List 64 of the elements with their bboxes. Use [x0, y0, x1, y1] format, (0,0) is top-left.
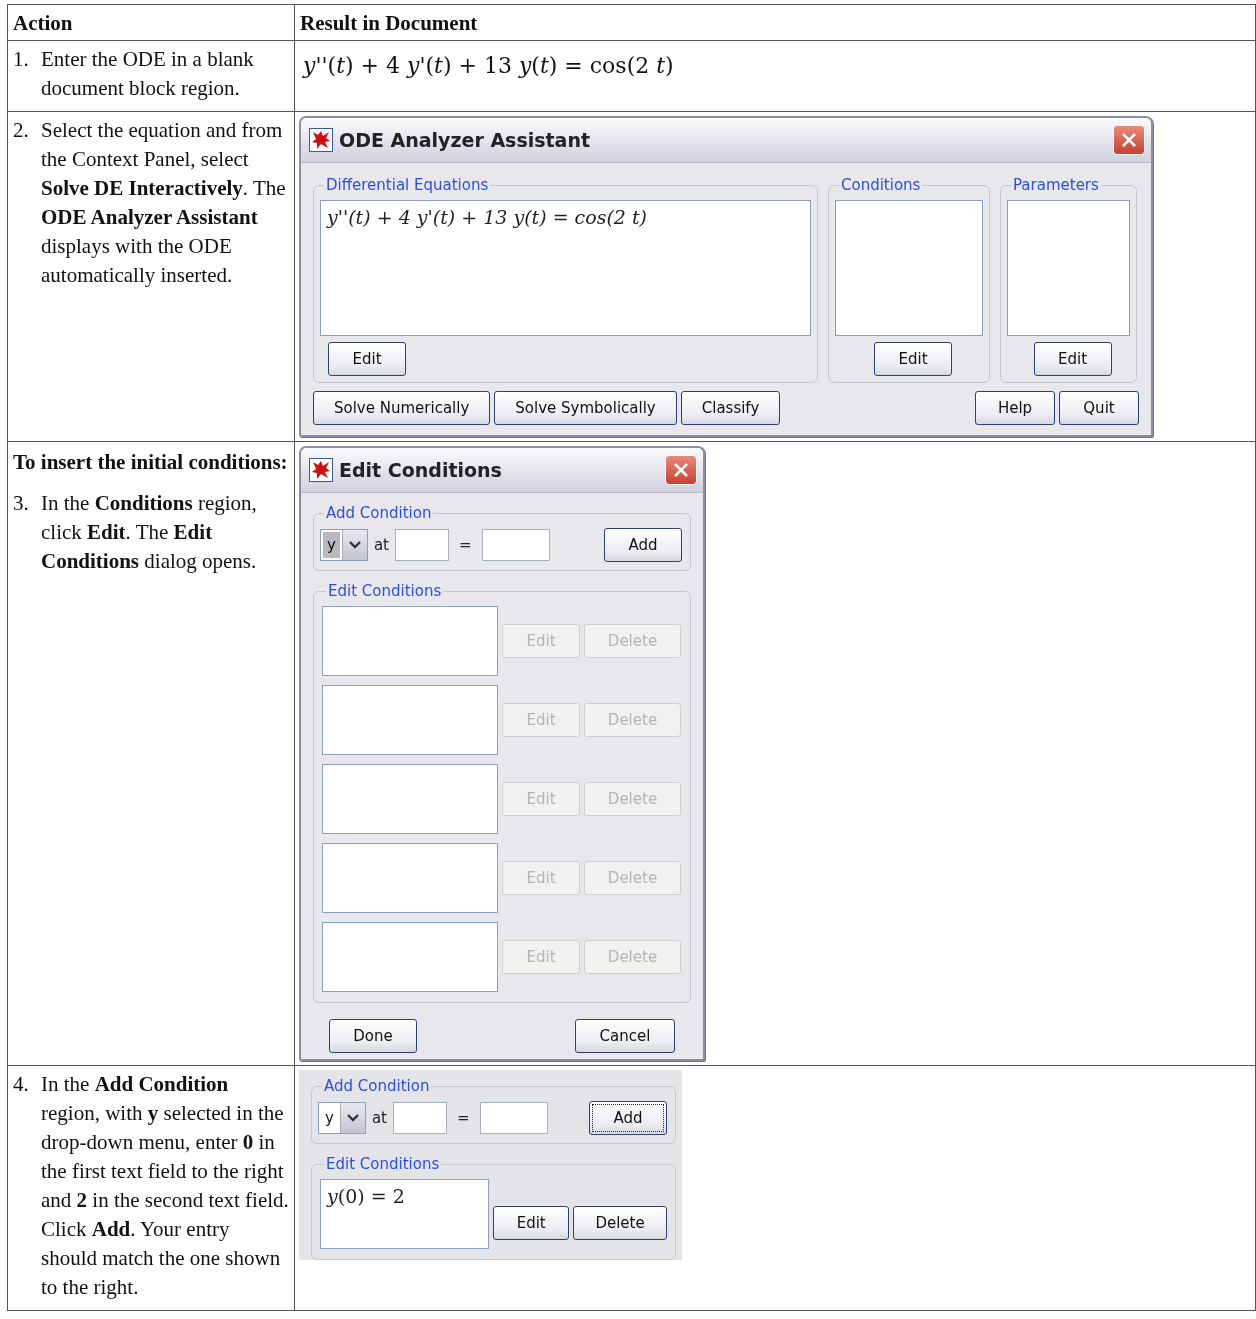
add-button[interactable]: Add [604, 528, 682, 562]
group-label: Differential Equations [325, 175, 490, 196]
edit-button[interactable]: Edit [328, 342, 406, 376]
close-icon [1121, 132, 1137, 148]
chevron-down-icon [346, 1114, 359, 1122]
group-label: Edit Conditions [327, 581, 443, 602]
field-label: at [373, 534, 389, 556]
step-text: Select the equation and from the Context Panel, select Solve DE Interactively. The ODE Analyzer Assistant displays with the ODE automatically inserted. [41, 117, 287, 289]
condition-field[interactable] [322, 685, 498, 755]
edit-button[interactable]: Edit [874, 342, 952, 376]
dialog-button[interactable]: Cancel [575, 1019, 675, 1053]
action-button[interactable]: Solve Numerically [313, 391, 491, 425]
action-button[interactable]: Classify [680, 391, 781, 425]
dropdown[interactable]: y [320, 529, 368, 561]
add-button[interactable]: Add [589, 1101, 667, 1135]
step-number: 1. [13, 46, 30, 73]
group-label: Parameters [1012, 175, 1100, 196]
section-heading: To insert the initial conditions: [13, 449, 289, 476]
window-title: Edit Conditions [339, 457, 503, 483]
step-number: 2. [13, 117, 30, 144]
action-button[interactable]: Solve Symbolically [494, 391, 677, 425]
condition-field[interactable] [322, 843, 498, 913]
group-label: Edit Conditions [325, 1154, 441, 1175]
dropdown-value: y [323, 532, 340, 558]
equation-field[interactable] [835, 200, 983, 336]
edit-button[interactable]: Edit [493, 1206, 570, 1240]
text-field[interactable] [394, 529, 449, 561]
chevron-down-icon [348, 541, 361, 549]
group-label: Add Condition [325, 503, 433, 524]
equation-field[interactable]: y''(t) + 4 y'(t) + 13 y(t) = cos(2 t) [320, 200, 811, 336]
column-header: Action [7, 4, 295, 41]
group-label: Conditions [840, 175, 922, 196]
step-number: 4. [13, 1071, 30, 1098]
dialog-button[interactable]: Done [329, 1019, 417, 1053]
condition-field[interactable] [322, 606, 498, 676]
equation-field[interactable] [1007, 200, 1130, 336]
edit-button[interactable]: Edit [1033, 342, 1112, 376]
close-icon [673, 462, 689, 478]
close-button[interactable] [1113, 125, 1145, 155]
dropdown[interactable]: y [318, 1102, 366, 1134]
condition-field[interactable] [322, 922, 498, 992]
window-title: ODE Analyzer Assistant [339, 127, 592, 153]
action-button[interactable]: Help [975, 391, 1055, 425]
step-text: In the Conditions region, click Edit. The Edit Conditions dialog opens. [41, 490, 258, 575]
app-icon [309, 128, 333, 152]
field-label: at [371, 1107, 387, 1129]
delete-button[interactable]: Delete [573, 1206, 667, 1240]
app-icon [309, 458, 333, 482]
equals-sign: = [456, 1107, 470, 1129]
equals-sign: = [458, 534, 472, 556]
equation: y''(t) + 4 y'(t) + 13 y(t) = cos(2 t) [303, 52, 674, 80]
action-button[interactable]: Quit [1059, 391, 1139, 425]
group-label: Add Condition [323, 1076, 431, 1097]
text-field[interactable] [392, 1102, 447, 1134]
step-text: Enter the ODE in a blank document block region. [41, 46, 255, 102]
step-number: 3. [13, 490, 30, 517]
step-text: In the Add Condition region, with y selected in the drop-down menu, enter 0 in the first text field to the right and 2 in the second text field. Click Add. Your entry should match the one shown to the right. [41, 1071, 289, 1301]
dropdown-value: y [324, 1107, 335, 1129]
column-header: Result in Document [294, 4, 1256, 41]
condition-field[interactable]: y(0) = 2 [320, 1179, 490, 1249]
text-field[interactable] [481, 529, 550, 561]
condition-field[interactable] [322, 764, 498, 834]
close-button[interactable] [665, 455, 697, 485]
text-field[interactable] [479, 1102, 548, 1134]
